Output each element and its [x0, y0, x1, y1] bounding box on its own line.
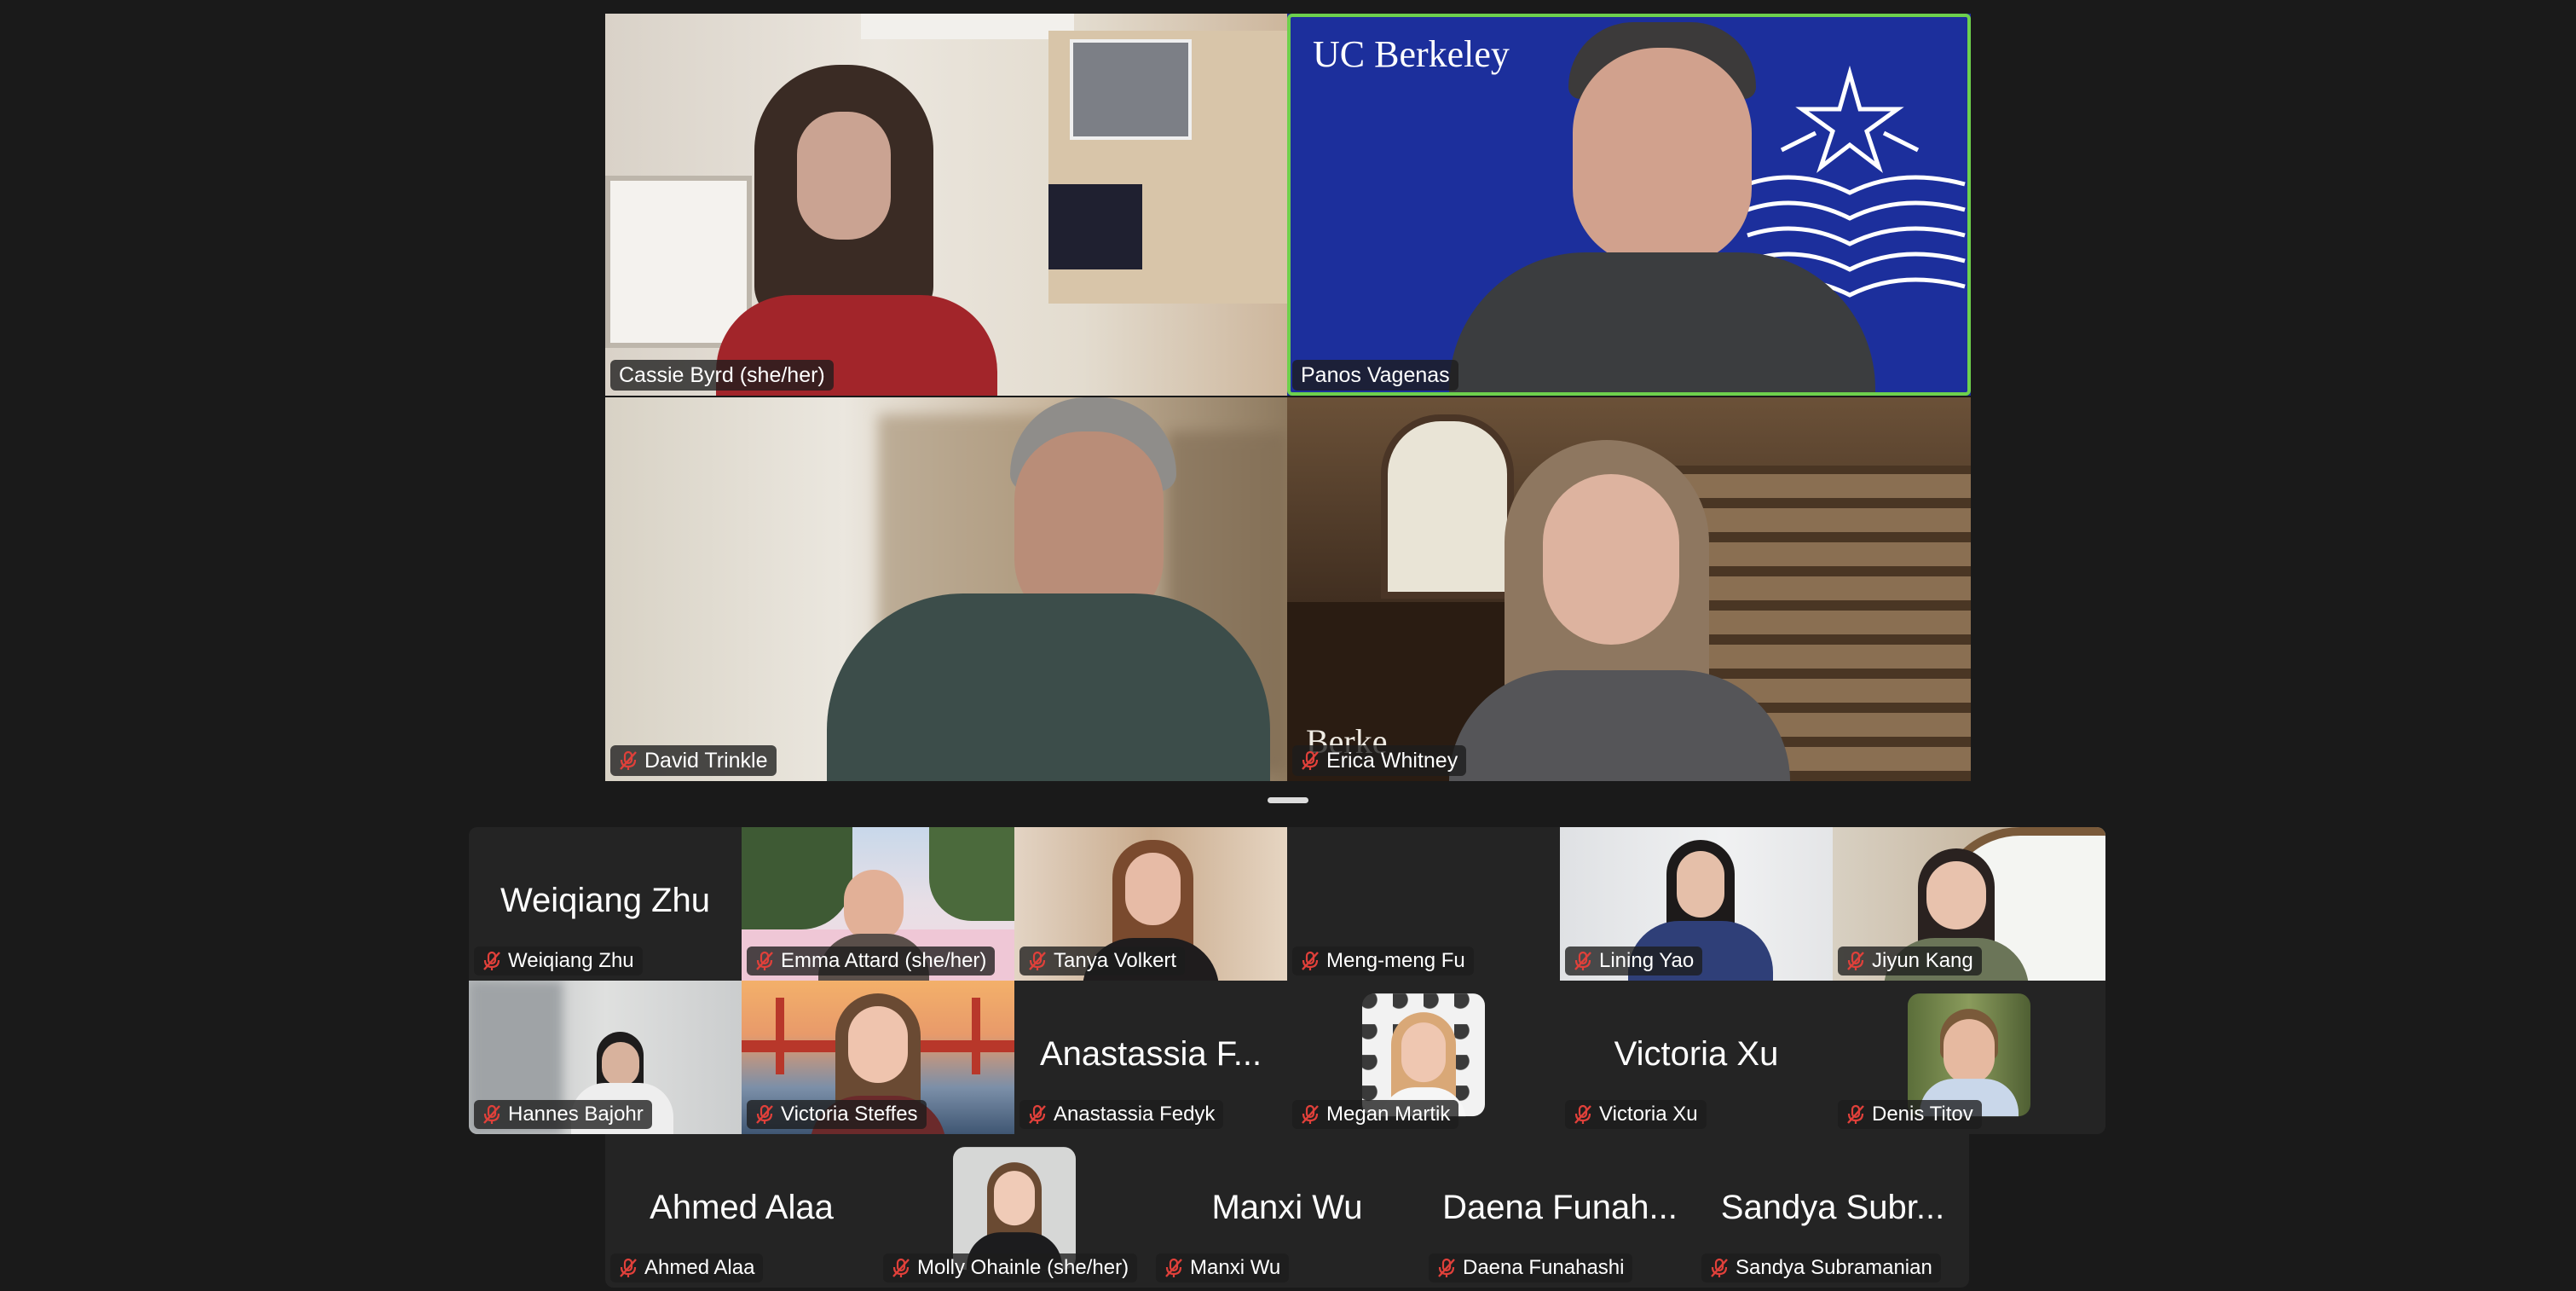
participant-name-tag: Weiqiang Zhu — [474, 947, 643, 975]
muted-microphone-icon — [755, 951, 774, 971]
participant-name-tag: Victoria Steffes — [747, 1100, 927, 1129]
participant-name-tag: Manxi Wu — [1156, 1253, 1290, 1282]
gallery-tile-lining-yao[interactable]: Lining Yao — [1560, 827, 1833, 981]
participant-name: Megan Martik — [1326, 1103, 1451, 1126]
participant-name-tag: Daena Funahashi — [1429, 1253, 1633, 1282]
participant-name: David Trinkle — [644, 748, 768, 773]
muted-microphone-icon — [1028, 1104, 1047, 1125]
participant-name: Victoria Steffes — [781, 1103, 918, 1126]
participant-name-tag: Hannes Bajohr — [474, 1100, 652, 1129]
participant-display-name: Daena Funah... — [1442, 1188, 1678, 1226]
gallery-tile-hannes-bajohr[interactable]: Hannes Bajohr — [469, 981, 742, 1134]
gallery-tile-molly-ohainle[interactable]: Molly Ohainle (she/her) — [878, 1134, 1151, 1288]
video-tile-erica-whitney[interactable]: Berke Erica Whitney — [1287, 397, 1971, 781]
muted-microphone-icon — [1710, 1258, 1729, 1278]
video-tile-david-trinkle[interactable]: David Trinkle — [605, 397, 1287, 781]
gallery-tile-ahmed-alaa[interactable]: Ahmed Alaa Ahmed Alaa — [605, 1134, 878, 1288]
participant-name: Erica Whitney — [1326, 748, 1458, 773]
gallery-tile-emma-attard[interactable]: Emma Attard (she/her) — [742, 827, 1014, 981]
participant-name: Meng-meng Fu — [1326, 949, 1465, 972]
muted-microphone-icon — [1301, 1104, 1320, 1125]
participant-name-tag: Denis Titov — [1838, 1100, 1982, 1129]
participant-name: Victoria Xu — [1599, 1103, 1698, 1126]
participant-name-tag: Ahmed Alaa — [610, 1253, 764, 1282]
gallery-tile-victoria-xu[interactable]: Victoria Xu Victoria Xu — [1560, 981, 1833, 1134]
participant-name: Emma Attard (she/her) — [781, 949, 987, 972]
participant-name-tag: Jiyun Kang — [1838, 947, 1982, 975]
gallery-tile-victoria-steffes[interactable]: Victoria Steffes — [742, 981, 1014, 1134]
participant-name-tag: Anastassia Fedyk — [1019, 1100, 1224, 1129]
participant-name-tag: Molly Ohainle (she/her) — [883, 1253, 1138, 1282]
video-frame — [605, 397, 1287, 781]
muted-microphone-icon — [1574, 1104, 1592, 1125]
video-tile-panos-vagenas[interactable]: UC Berkeley Panos Vagenas — [1287, 14, 1971, 396]
gallery-tile-jiyun-kang[interactable]: Jiyun Kang — [1833, 827, 2105, 981]
muted-microphone-icon — [1574, 951, 1592, 971]
participant-name: Manxi Wu — [1190, 1256, 1281, 1279]
gallery-tile-sandya-subramanian[interactable]: Sandya Subr... Sandya Subramanian — [1696, 1134, 1969, 1288]
background-logo-text: UC Berkeley — [1313, 33, 1510, 75]
participant-name: Sandya Subramanian — [1736, 1256, 1932, 1279]
participant-name-tag: Megan Martik — [1292, 1100, 1459, 1129]
participant-name: Hannes Bajohr — [508, 1103, 644, 1126]
profile-photo — [1908, 993, 2030, 1117]
muted-microphone-icon — [1846, 951, 1865, 971]
participant-name-tag: David Trinkle — [610, 745, 777, 776]
muted-microphone-icon — [1301, 951, 1320, 971]
gallery-tile-weiqiang-zhu[interactable]: Weiqiang Zhu Weiqiang Zhu — [469, 827, 742, 981]
video-frame: UC Berkeley — [1287, 14, 1971, 396]
participant-name: Denis Titov — [1872, 1103, 1973, 1126]
participant-name: Panos Vagenas — [1301, 362, 1450, 387]
muted-microphone-icon — [619, 750, 638, 771]
muted-microphone-icon — [1301, 750, 1320, 771]
participant-name: Jiyun Kang — [1872, 949, 1973, 972]
participant-name-tag: Cassie Byrd (she/her) — [610, 360, 834, 391]
muted-microphone-icon — [1028, 951, 1047, 971]
participant-name: Daena Funahashi — [1463, 1256, 1625, 1279]
participant-display-name: Victoria Xu — [1614, 1034, 1779, 1073]
participant-name-tag: Meng-meng Fu — [1292, 947, 1474, 975]
participant-name-tag: Tanya Volkert — [1019, 947, 1186, 975]
muted-microphone-icon — [1437, 1258, 1456, 1278]
gallery-tile-denis-titov[interactable]: Denis Titov — [1833, 981, 2105, 1134]
gallery-tile-megan-martik[interactable]: Megan Martik — [1287, 981, 1560, 1134]
participant-name-tag: Sandya Subramanian — [1701, 1253, 1941, 1282]
participant-display-name: Anastassia F... — [1039, 1034, 1262, 1073]
participant-name: Molly Ohainle (she/her) — [917, 1256, 1129, 1279]
muted-microphone-icon — [892, 1258, 910, 1278]
participant-name-tag: Lining Yao — [1565, 947, 1703, 975]
muted-microphone-icon — [755, 1104, 774, 1125]
participant-display-name: Ahmed Alaa — [650, 1188, 834, 1226]
participant-name: Lining Yao — [1599, 949, 1695, 972]
muted-microphone-icon — [1846, 1104, 1865, 1125]
resize-drag-handle[interactable] — [1268, 797, 1308, 803]
participant-name: Cassie Byrd (she/her) — [619, 362, 825, 387]
gallery-tile-meng-meng-fu[interactable]: Meng-meng Fu — [1287, 827, 1560, 981]
muted-microphone-icon — [482, 951, 501, 971]
muted-microphone-icon — [482, 1104, 501, 1125]
participant-name: Tanya Volkert — [1054, 949, 1177, 972]
participant-name: Weiqiang Zhu — [508, 949, 634, 972]
muted-microphone-icon — [1164, 1258, 1183, 1278]
muted-microphone-icon — [619, 1258, 638, 1278]
participant-name-tag: Emma Attard (she/her) — [747, 947, 996, 975]
video-frame — [605, 14, 1287, 396]
profile-photo — [953, 1147, 1076, 1271]
gallery-tile-manxi-wu[interactable]: Manxi Wu Manxi Wu — [1151, 1134, 1424, 1288]
participant-display-name: Manxi Wu — [1211, 1188, 1363, 1226]
participant-name-tag: Panos Vagenas — [1292, 360, 1458, 391]
gallery-tile-tanya-volkert[interactable]: Tanya Volkert — [1014, 827, 1287, 981]
profile-photo — [1362, 993, 1485, 1117]
gallery-tile-daena-funahashi[interactable]: Daena Funah... Daena Funahashi — [1424, 1134, 1696, 1288]
participant-name: Anastassia Fedyk — [1054, 1103, 1216, 1126]
meeting-window: Cassie Byrd (she/her) UC Berkeley Panos … — [0, 0, 2576, 1291]
gallery-tile-anastassia-fedyk[interactable]: Anastassia F... Anastassia Fedyk — [1014, 981, 1287, 1134]
video-frame: Berke — [1287, 397, 1971, 781]
participant-display-name: Sandya Subr... — [1720, 1188, 1945, 1226]
participant-name-tag: Erica Whitney — [1292, 745, 1467, 776]
participant-display-name: Weiqiang Zhu — [500, 881, 711, 919]
participant-name: Ahmed Alaa — [644, 1256, 755, 1279]
participant-name-tag: Victoria Xu — [1565, 1100, 1707, 1129]
video-tile-cassie-byrd[interactable]: Cassie Byrd (she/her) — [605, 14, 1287, 396]
